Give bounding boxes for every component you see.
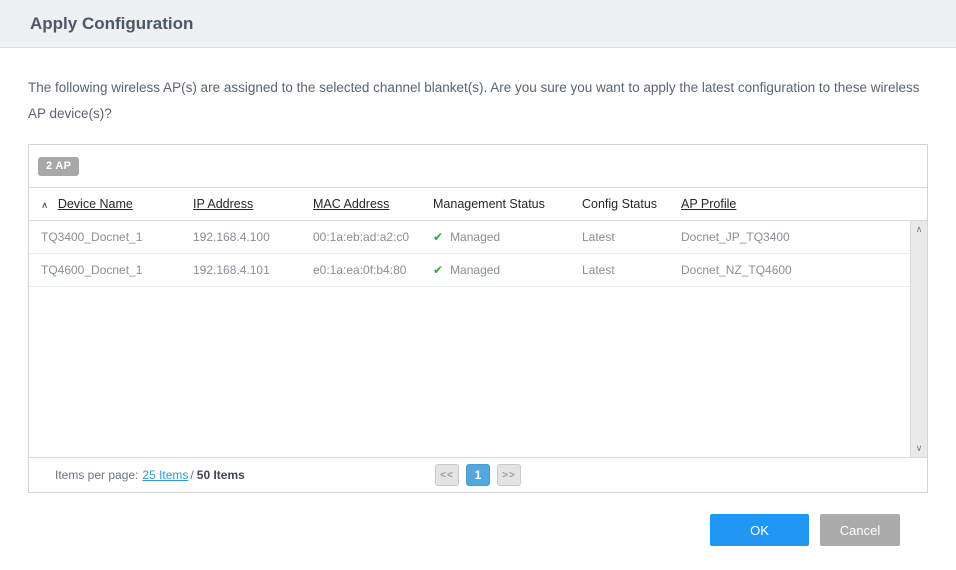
mac-address-cell: 00:1a:eb:ad:a2:c0 xyxy=(313,230,410,244)
mac-address-cell: e0:1a:ea:0f:b4:80 xyxy=(313,263,407,277)
managed-check-icon: ✔ xyxy=(433,230,444,244)
column-header-management-status: Management Status xyxy=(433,197,582,211)
config-status-cell: Latest xyxy=(582,263,615,277)
dialog-title: Apply Configuration xyxy=(30,13,194,33)
column-header-ap-profile[interactable]: AP Profile xyxy=(681,197,927,211)
pagination-row: Items per page: 25 Items/50 Items << 1 >> xyxy=(29,457,927,492)
pager: << 1 >> xyxy=(435,464,521,486)
table-scroll-area: TQ3400_Docnet_1 192.168.4.100 00:1a:eb:a… xyxy=(29,221,927,457)
column-label: IP Address xyxy=(193,197,254,211)
ap-table-panel: 2 AP ∧ Device Name IP Address MAC Addres… xyxy=(28,144,928,493)
device-name-cell: TQ3400_Docnet_1 xyxy=(41,230,143,244)
dialog-header: Apply Configuration xyxy=(0,0,956,48)
table-row: TQ3400_Docnet_1 192.168.4.100 00:1a:eb:a… xyxy=(29,221,910,254)
column-header-ip-address[interactable]: IP Address xyxy=(193,197,313,211)
ip-address-cell: 192.168.4.101 xyxy=(193,263,270,277)
management-status-text: Managed xyxy=(450,230,501,244)
current-page-button[interactable]: 1 xyxy=(466,464,490,486)
column-header-config-status: Config Status xyxy=(582,197,681,211)
dialog-body: The following wireless AP(s) are assigne… xyxy=(0,75,956,546)
device-name-cell: TQ4600_Docnet_1 xyxy=(41,263,143,277)
confirmation-message: The following wireless AP(s) are assigne… xyxy=(28,80,920,121)
ok-button[interactable]: OK xyxy=(710,514,809,546)
management-status-cell: ✔ Managed xyxy=(433,230,582,244)
column-label: AP Profile xyxy=(681,197,737,211)
column-header-mac-address[interactable]: MAC Address xyxy=(313,197,433,211)
items-per-page-link[interactable]: 25 Items xyxy=(142,468,188,482)
ip-address-cell: 192.168.4.100 xyxy=(193,230,270,244)
table-row: TQ4600_Docnet_1 192.168.4.101 e0:1a:ea:0… xyxy=(29,254,910,287)
cancel-button[interactable]: Cancel xyxy=(820,514,900,546)
apply-configuration-dialog: Apply Configuration The following wirele… xyxy=(0,0,956,570)
ap-profile-cell: Docnet_JP_TQ3400 xyxy=(681,230,790,244)
column-header-device-name[interactable]: ∧ Device Name xyxy=(41,197,193,211)
items-separator: / xyxy=(190,468,194,482)
column-label: MAC Address xyxy=(313,197,390,211)
dialog-footer: OK Cancel xyxy=(28,514,928,546)
column-label: Config Status xyxy=(582,197,658,211)
scroll-up-icon[interactable]: ∧ xyxy=(911,221,927,238)
total-items: 50 Items xyxy=(196,468,245,482)
ap-profile-cell: Docnet_NZ_TQ4600 xyxy=(681,263,792,277)
badge-row: 2 AP xyxy=(29,145,927,188)
table-header-row: ∧ Device Name IP Address MAC Address Man… xyxy=(29,188,927,221)
config-status-cell: Latest xyxy=(582,230,615,244)
next-page-button[interactable]: >> xyxy=(497,464,521,486)
column-label: Device Name xyxy=(57,197,133,211)
items-per-page: Items per page: 25 Items/50 Items xyxy=(29,468,245,482)
management-status-cell: ✔ Managed xyxy=(433,263,582,277)
ap-count-badge: 2 AP xyxy=(38,156,80,176)
items-per-page-label: Items per page: xyxy=(55,468,139,482)
sort-asc-icon: ∧ xyxy=(41,200,49,211)
scroll-down-icon[interactable]: ∨ xyxy=(911,440,927,457)
managed-check-icon: ✔ xyxy=(433,263,444,277)
vertical-scrollbar[interactable]: ∧ ∨ xyxy=(910,221,927,457)
prev-page-button[interactable]: << xyxy=(435,464,459,486)
column-label: Management Status xyxy=(433,197,545,211)
management-status-text: Managed xyxy=(450,263,501,277)
